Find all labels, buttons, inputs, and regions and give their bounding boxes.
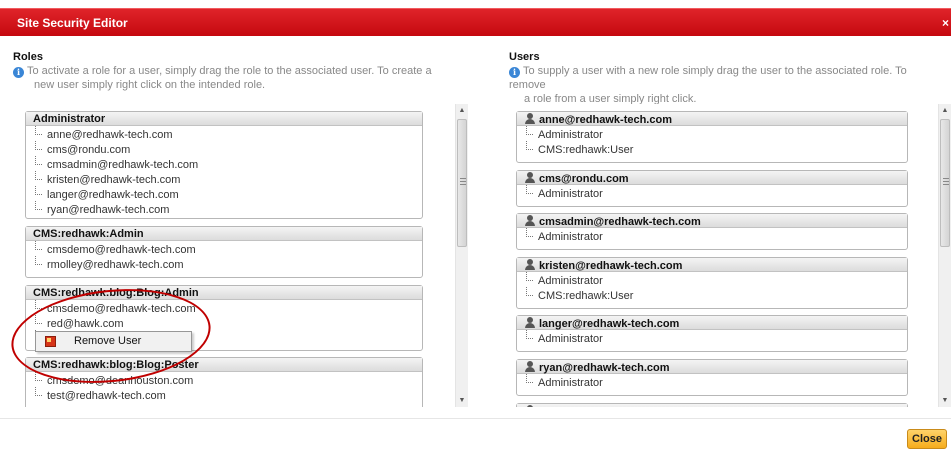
users-scrollbar[interactable]: ▲ ▼ bbox=[938, 104, 951, 407]
users-help-text: i To supply a user with a new role simply… bbox=[509, 65, 907, 105]
close-button[interactable]: Close bbox=[907, 429, 947, 449]
role-user-item[interactable]: cmsadmin@redhawk-tech.com bbox=[35, 156, 422, 173]
user-card[interactable]: ryan@redhawk-tech.com Administrator bbox=[516, 359, 908, 396]
user-role-item[interactable]: Administrator bbox=[526, 272, 907, 289]
scroll-up-arrow-icon[interactable]: ▲ bbox=[939, 104, 951, 117]
role-card[interactable]: CMS:redhawk:Admin cmsdemo@redhawk-tech.c… bbox=[25, 226, 423, 278]
remove-user-icon bbox=[45, 336, 56, 347]
user-role-item[interactable]: CMS:redhawk:User bbox=[526, 287, 907, 304]
user-role-item[interactable]: Administrator bbox=[526, 126, 907, 143]
role-user-item[interactable]: test@redhawk-tech.com bbox=[35, 387, 422, 404]
info-icon: i bbox=[13, 67, 24, 78]
user-icon bbox=[524, 259, 536, 270]
roles-section-title: Roles bbox=[13, 51, 43, 63]
scroll-down-arrow-icon[interactable]: ▼ bbox=[939, 394, 951, 407]
scroll-up-arrow-icon[interactable]: ▲ bbox=[456, 104, 468, 117]
role-user-item[interactable]: ryan@redhawk-tech.com bbox=[35, 201, 422, 218]
user-card-header[interactable]: kristen@redhawk-tech.com bbox=[517, 258, 907, 272]
user-card-header[interactable]: ryan@redhawk-tech.com bbox=[517, 360, 907, 374]
role-card-header[interactable]: CMS:redhawk:blog:Blog:Admin bbox=[26, 286, 422, 300]
user-icon bbox=[524, 215, 536, 226]
scroll-down-arrow-icon[interactable]: ▼ bbox=[456, 394, 468, 407]
user-card[interactable]: langer@redhawk-tech.com Administrator bbox=[516, 315, 908, 352]
users-section-title: Users bbox=[509, 51, 540, 63]
info-icon: i bbox=[509, 67, 520, 78]
role-user-item[interactable]: cms@rondu.com bbox=[35, 141, 422, 158]
roles-help-text: i To activate a role for a user, simply d… bbox=[13, 64, 453, 92]
user-icon bbox=[524, 113, 536, 124]
user-role-item[interactable]: Administrator bbox=[526, 374, 907, 391]
role-user-item[interactable]: cmsdemo@redhawk-tech.com bbox=[35, 300, 422, 317]
user-card-header[interactable]: cms@rondu.com bbox=[517, 171, 907, 185]
role-user-item[interactable]: cmsdemo@deanhouston.com bbox=[35, 372, 422, 389]
user-card[interactable]: cms@rondu.com Administrator bbox=[516, 170, 908, 207]
role-user-item[interactable]: rmolley@redhawk-tech.com bbox=[35, 256, 422, 273]
user-card[interactable]: kristen@redhawk-tech.com Administrator C… bbox=[516, 257, 908, 309]
users-panel: anne@redhawk-tech.com Administrator CMS:… bbox=[516, 104, 938, 407]
dialog-title: Site Security Editor bbox=[17, 16, 128, 30]
roles-panel: Administrator anne@redhawk-tech.com cms@… bbox=[25, 104, 455, 407]
user-role-item[interactable]: Administrator bbox=[526, 228, 907, 245]
role-user-item[interactable]: anne@redhawk-tech.com bbox=[35, 126, 422, 143]
user-icon bbox=[524, 405, 536, 407]
role-user-item[interactable]: red@hawk.com bbox=[35, 315, 422, 332]
user-card-partial[interactable] bbox=[516, 403, 908, 407]
dialog-title-bar: Site Security Editor × bbox=[0, 8, 951, 36]
users-scroll-thumb[interactable] bbox=[940, 119, 950, 247]
context-menu: Remove User bbox=[35, 331, 192, 352]
dialog-close-icon[interactable]: × bbox=[942, 16, 949, 30]
user-role-item[interactable]: Administrator bbox=[526, 330, 907, 347]
roles-scrollbar[interactable]: ▲ ▼ bbox=[455, 104, 468, 407]
role-card[interactable]: Administrator anne@redhawk-tech.com cms@… bbox=[25, 111, 423, 219]
user-card-header[interactable]: cmsadmin@redhawk-tech.com bbox=[517, 214, 907, 228]
footer-divider bbox=[0, 418, 951, 419]
user-icon bbox=[524, 361, 536, 372]
role-card[interactable]: CMS:redhawk:blog:Blog:Poster cmsdemo@dea… bbox=[25, 357, 423, 407]
role-user-item[interactable]: cmsdemo@redhawk-tech.com bbox=[35, 241, 422, 258]
role-user-item[interactable]: kristen@redhawk-tech.com bbox=[35, 171, 422, 188]
user-card[interactable]: anne@redhawk-tech.com Administrator CMS:… bbox=[516, 111, 908, 163]
role-card-header[interactable]: CMS:redhawk:Admin bbox=[26, 227, 422, 241]
role-card-header[interactable]: Administrator bbox=[26, 112, 422, 126]
role-user-item[interactable]: langer@redhawk-tech.com bbox=[35, 186, 422, 203]
roles-scroll-thumb[interactable] bbox=[457, 119, 467, 247]
user-card-header[interactable] bbox=[517, 404, 907, 407]
user-icon bbox=[524, 317, 536, 328]
user-role-item[interactable]: CMS:redhawk:User bbox=[526, 141, 907, 158]
user-card-header[interactable]: anne@redhawk-tech.com bbox=[517, 112, 907, 126]
user-card-header[interactable]: langer@redhawk-tech.com bbox=[517, 316, 907, 330]
user-icon bbox=[524, 172, 536, 183]
user-role-item[interactable]: Administrator bbox=[526, 185, 907, 202]
user-card[interactable]: cmsadmin@redhawk-tech.com Administrator bbox=[516, 213, 908, 250]
role-card-header[interactable]: CMS:redhawk:blog:Blog:Poster bbox=[26, 358, 422, 372]
remove-user-menu-item[interactable]: Remove User bbox=[74, 335, 141, 347]
